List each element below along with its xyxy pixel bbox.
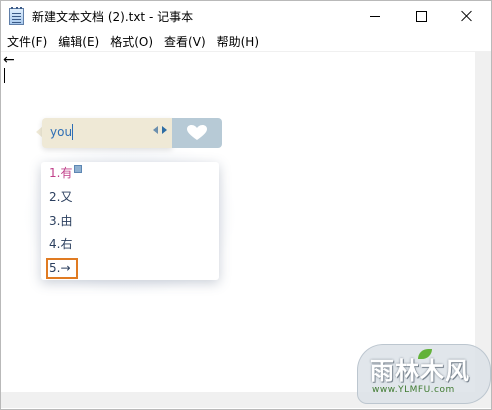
candidate-1-label: 1.有 <box>49 166 73 180</box>
watermark-url: www.YLMFU.com <box>372 385 455 395</box>
menu-edit[interactable]: 编辑(E) <box>52 33 104 50</box>
candidate-2[interactable]: 2.又 <box>49 186 72 208</box>
composition-text: you <box>50 125 73 139</box>
candidate-1[interactable]: 1.有 <box>49 162 83 184</box>
editor-text: ← <box>3 52 15 68</box>
menu-file[interactable]: 文件(F) <box>1 33 52 50</box>
menu-view[interactable]: 查看(V) <box>158 33 211 50</box>
candidate-3[interactable]: 3.由 <box>49 210 72 232</box>
minimize-icon <box>370 15 380 17</box>
composition-caret <box>72 124 73 140</box>
heart-icon <box>187 125 207 140</box>
maximize-button[interactable] <box>398 1 444 31</box>
text-caret <box>4 68 5 83</box>
menu-help[interactable]: 帮助(H) <box>211 33 264 50</box>
menu-format[interactable]: 格式(O) <box>104 33 158 50</box>
candidate-badge-icon <box>74 165 83 173</box>
maximize-icon <box>415 10 427 22</box>
window-title: 新建文本文档 (2).txt - 记事本 <box>32 9 194 24</box>
notepad-app-icon <box>9 6 24 25</box>
ime-composition-bar: you <box>42 118 172 148</box>
watermark-title: 雨林木风 <box>370 357 470 385</box>
minimize-button[interactable] <box>352 1 398 31</box>
page-next-icon[interactable] <box>162 126 167 134</box>
title-bar[interactable]: 新建文本文档 (2).txt - 记事本 <box>1 1 491 31</box>
menu-bar: 文件(F) 编辑(E) 格式(O) 查看(V) 帮助(H) <box>1 31 491 52</box>
candidate-highlight-box <box>46 258 78 279</box>
ime-skin-button[interactable] <box>172 118 222 148</box>
close-icon <box>461 10 473 22</box>
page-prev-icon[interactable] <box>153 126 158 134</box>
close-button[interactable] <box>444 1 490 31</box>
candidate-4[interactable]: 4.右 <box>49 233 72 255</box>
vertical-scrollbar[interactable] <box>475 52 491 392</box>
watermark: 雨林木风 www.YLMFU.com <box>357 344 491 404</box>
